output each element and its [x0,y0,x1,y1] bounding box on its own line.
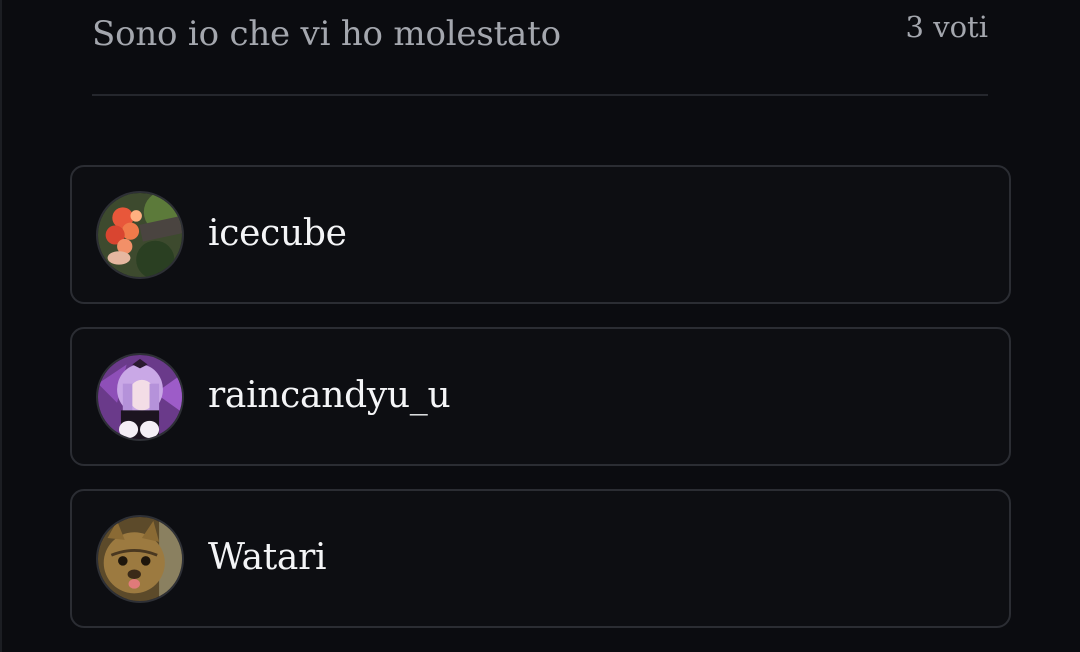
flower-photo-avatar[interactable] [96,191,184,279]
anime-girl-avatar[interactable] [96,353,184,441]
voter-row[interactable]: icecube [70,165,1011,304]
voter-list: icecube raincandyu_u Watari [70,165,1011,651]
voter-row[interactable]: Watari [70,489,1011,628]
voter-name: raincandyu_u [208,375,451,416]
voter-row[interactable]: raincandyu_u [70,327,1011,466]
panel-edge [0,0,2,652]
poll-option-title: Sono io che vi ho molestato [92,14,561,54]
cat-photo-avatar[interactable] [96,515,184,603]
cat-photo-avatar-image [98,517,182,601]
anime-girl-avatar-image [98,355,182,439]
voter-name: icecube [208,213,347,254]
flower-photo-avatar-image [98,193,182,277]
poll-option-header: Sono io che vi ho molestato 3 voti [92,0,988,96]
vote-count: 3 voti [905,10,988,44]
voter-name: Watari [208,537,327,578]
